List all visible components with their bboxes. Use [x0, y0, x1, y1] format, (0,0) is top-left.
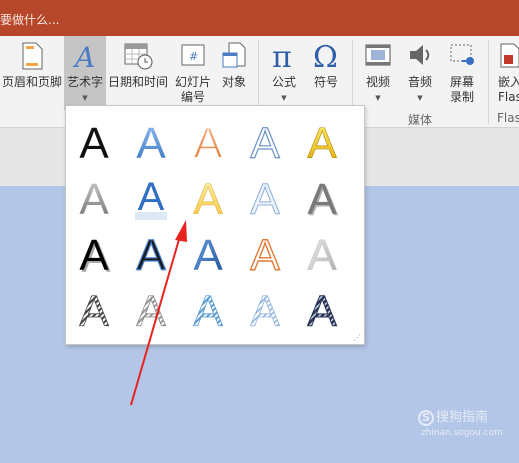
wordart-style-gold-gradient[interactable]: A: [294, 112, 350, 169]
chevron-down-icon: ▼: [82, 94, 88, 102]
tell-me-box[interactable]: 要做什么...: [0, 11, 59, 28]
wordart-style-orange-white-outline[interactable]: A: [237, 224, 293, 280]
wordart-style-plain-black[interactable]: A: [66, 112, 122, 168]
slide-number-button[interactable]: # 幻灯片 编号: [170, 36, 216, 110]
svg-text:A: A: [72, 41, 95, 71]
svg-text:Ω: Ω: [313, 41, 338, 71]
svg-text:A: A: [193, 119, 223, 168]
pi-icon: π: [269, 40, 299, 75]
symbol-button[interactable]: Ω 符号: [306, 36, 346, 110]
video-button[interactable]: 视频 ▼: [358, 36, 398, 110]
screen-record-icon: [448, 41, 476, 73]
wordart-style-yellow-gradient[interactable]: A: [180, 168, 236, 225]
object-button[interactable]: 对象: [216, 36, 252, 110]
watermark: S 搜狗指南: [418, 406, 488, 426]
wordart-style-silver-gray[interactable]: A: [294, 224, 350, 281]
wordart-style-blue-reflection[interactable]: A: [123, 168, 179, 224]
title-bar: 要做什么...: [0, 0, 519, 36]
equation-button[interactable]: π 公式 ▼: [262, 36, 306, 110]
wordart-style-black-blue-outline[interactable]: A: [123, 224, 179, 280]
embed-flash-button[interactable]: 嵌入 Flas: [494, 36, 519, 110]
wordart-style-black-shadow[interactable]: AA: [66, 224, 122, 282]
slide-number-icon: #: [179, 41, 207, 73]
svg-text:A: A: [250, 287, 280, 336]
svg-text:A: A: [250, 231, 280, 280]
svg-text:A: A: [193, 287, 223, 336]
svg-text:A: A: [136, 231, 166, 280]
wordart-style-dark-navy-hatched[interactable]: A: [294, 280, 350, 337]
flash-icon: [498, 41, 519, 73]
svg-text:#: #: [189, 50, 198, 63]
wordart-style-blue-bevel[interactable]: A: [180, 224, 236, 280]
svg-text:A: A: [79, 119, 109, 168]
wordart-style-blue-gradient[interactable]: A: [123, 112, 179, 168]
wordart-style-orange-outline[interactable]: A: [180, 112, 236, 169]
svg-text:A: A: [136, 119, 166, 168]
svg-text:A: A: [307, 175, 337, 224]
wordart-style-gray-gradient[interactable]: A: [66, 168, 122, 224]
group-label-media: 媒体: [408, 113, 433, 127]
audio-button[interactable]: 音频 ▼: [400, 36, 440, 110]
svg-text:A: A: [79, 287, 109, 336]
chevron-down-icon: ▼: [375, 94, 381, 102]
sogou-logo-icon: S: [418, 410, 434, 426]
svg-text:A: A: [307, 231, 337, 280]
date-time-button[interactable]: 日期和时间: [106, 36, 170, 110]
svg-text:A: A: [136, 287, 166, 336]
svg-text:A: A: [193, 231, 223, 280]
svg-text:A: A: [307, 119, 337, 168]
header-footer-icon: [19, 41, 45, 75]
resize-grip-icon[interactable]: ⋰: [353, 334, 361, 342]
wordart-style-light-blue-outline[interactable]: A: [237, 168, 293, 225]
film-icon: [364, 41, 392, 73]
group-label-flash: Flas: [497, 111, 519, 125]
svg-text:A: A: [79, 231, 109, 280]
wordart-button[interactable]: A 艺术字 ▼: [64, 36, 106, 110]
wordart-style-gray-3d[interactable]: AA: [294, 168, 350, 226]
svg-text:A: A: [250, 175, 280, 224]
wordart-gallery[interactable]: A A A A A A A A A AA AA A A A A A A A A …: [65, 105, 365, 345]
svg-text:A: A: [79, 175, 109, 224]
wordart-style-striped-light[interactable]: A: [237, 280, 293, 337]
header-footer-button[interactable]: 页眉和页脚: [0, 36, 64, 110]
wordart-style-striped-gray[interactable]: A: [123, 280, 179, 337]
chevron-down-icon: ▼: [417, 94, 423, 102]
calendar-clock-icon: [123, 41, 153, 75]
svg-text:π: π: [272, 41, 292, 71]
object-icon: [220, 41, 248, 75]
svg-text:A: A: [250, 119, 280, 168]
wordart-style-striped-blue[interactable]: A: [180, 280, 236, 337]
wordart-style-striped-black[interactable]: A: [66, 280, 122, 337]
ribbon-separator: [488, 40, 489, 124]
wordart-icon: A: [71, 41, 99, 75]
chevron-down-icon: ▼: [281, 94, 287, 102]
screen-recording-button[interactable]: 屏幕 录制: [442, 36, 482, 110]
svg-text:A: A: [193, 175, 223, 224]
wordart-style-white-outline-blue[interactable]: A: [237, 112, 293, 168]
speaker-icon: [406, 41, 434, 73]
svg-text:A: A: [307, 287, 337, 336]
omega-icon: Ω: [311, 40, 341, 75]
watermark-url: zhinan.sogou.com: [421, 428, 503, 438]
